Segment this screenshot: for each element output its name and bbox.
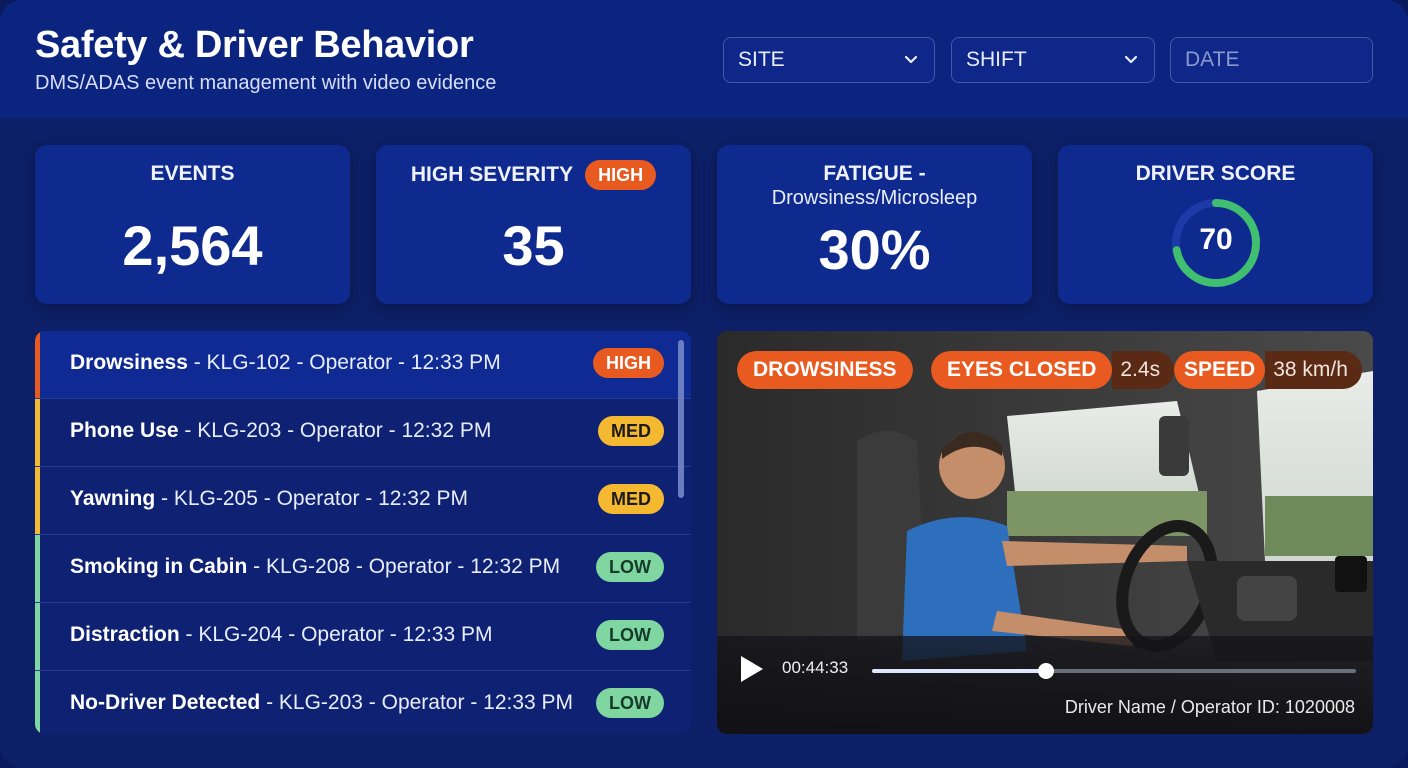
- video-timestamp: 00:44:33: [782, 658, 849, 677]
- severity-badge: LOW: [596, 552, 664, 582]
- event-type: Smoking in Cabin: [70, 555, 248, 578]
- play-icon[interactable]: [739, 654, 765, 684]
- event-details: - KLG-204 - Operator - 12:33 PM: [179, 623, 493, 646]
- dashboard: Safety & Driver Behavior DMS/ADAS event …: [0, 0, 1408, 768]
- event-list: Drowsiness - KLG-102 - Operator - 12:33 …: [35, 331, 691, 734]
- kpi-high-severity-label: HIGH SEVERITY: [410, 163, 574, 186]
- event-description: Distraction - KLG-204 - Operator - 12:33…: [70, 623, 492, 647]
- event-row[interactable]: Distraction - KLG-204 - Operator - 12:33…: [35, 603, 691, 671]
- event-details: - KLG-208 - Operator - 12:32 PM: [247, 555, 561, 578]
- event-type: Drowsiness: [70, 351, 188, 374]
- speed-label: SPEED: [1174, 351, 1266, 389]
- event-description: No-Driver Detected - KLG-203 - Operator …: [70, 691, 573, 715]
- event-type-tag: DROWSINESS: [737, 351, 913, 389]
- video-seek-handle[interactable]: [1038, 663, 1055, 679]
- kpi-high-severity-value: 35: [502, 214, 565, 277]
- page-title: Safety & Driver Behavior: [35, 24, 474, 66]
- severity-indicator: [35, 671, 40, 734]
- event-row[interactable]: Phone Use - KLG-203 - Operator - 12:32 P…: [35, 399, 691, 467]
- date-input-placeholder: DATE: [1185, 48, 1240, 71]
- event-description: Drowsiness - KLG-102 - Operator - 12:33 …: [70, 351, 501, 375]
- severity-badge: LOW: [596, 688, 664, 718]
- event-type: Yawning: [70, 487, 156, 510]
- site-select[interactable]: SITE: [723, 37, 935, 83]
- kpi-fatigue-card: FATIGUE - Drowsiness/Microsleep 30%: [717, 145, 1032, 304]
- event-description: Phone Use - KLG-203 - Operator - 12:32 P…: [70, 419, 491, 443]
- site-select-label: SITE: [738, 48, 785, 71]
- severity-indicator: [35, 467, 40, 534]
- event-description: Smoking in Cabin - KLG-208 - Operator - …: [70, 555, 560, 579]
- kpi-driver-score-value: 70: [1199, 223, 1233, 256]
- event-row[interactable]: No-Driver Detected - KLG-203 - Operator …: [35, 671, 691, 734]
- shift-select-label: SHIFT: [966, 48, 1027, 71]
- event-details: - KLG-203 - Operator - 12:32 PM: [178, 419, 492, 442]
- event-row[interactable]: Smoking in Cabin - KLG-208 - Operator - …: [35, 535, 691, 603]
- event-type: Distraction: [70, 623, 180, 646]
- eyes-closed-value: 2.4s: [1112, 351, 1175, 389]
- eyes-closed-label: EYES CLOSED: [931, 351, 1113, 389]
- kpi-fatigue-value: 30%: [818, 218, 931, 281]
- kpi-driver-score-label: DRIVER SCORE: [1135, 162, 1296, 185]
- kpi-high-severity-header: HIGH SEVERITY HIGH: [376, 160, 691, 190]
- kpi-fatigue-sublabel: Drowsiness/Microsleep: [771, 187, 978, 209]
- event-row[interactable]: Drowsiness - KLG-102 - Operator - 12:33 …: [35, 331, 691, 399]
- event-row[interactable]: Yawning - KLG-205 - Operator - 12:32 PM M…: [35, 467, 691, 535]
- kpi-events-label: EVENTS: [150, 162, 235, 185]
- speed-value: 38 km/h: [1265, 351, 1362, 389]
- header-bar: Safety & Driver Behavior DMS/ADAS event …: [0, 0, 1408, 118]
- event-details: - KLG-203 - Operator - 12:33 PM: [260, 691, 574, 714]
- severity-badge: HIGH: [585, 160, 657, 190]
- video-seek-bar[interactable]: [872, 663, 1356, 679]
- date-input[interactable]: DATE: [1170, 37, 1373, 83]
- severity-indicator: [35, 399, 40, 466]
- severity-badge: MED: [598, 484, 664, 514]
- chevron-down-icon: [1124, 55, 1138, 64]
- kpi-events-value: 2,564: [122, 214, 263, 277]
- event-details: - KLG-205 - Operator - 12:32 PM: [155, 487, 468, 510]
- severity-badge: MED: [598, 416, 664, 446]
- video-player[interactable]: DROWSINESS EYES CLOSED 2.4s SPEED 38 km/…: [717, 331, 1373, 734]
- severity-indicator: [35, 603, 40, 670]
- event-details: - KLG-102 - Operator - 12:33 PM: [187, 351, 501, 374]
- event-type-tag-label: DROWSINESS: [737, 351, 913, 389]
- video-seek-progress: [872, 669, 1047, 673]
- speed-tag: SPEED 38 km/h: [1174, 351, 1362, 389]
- event-list-scrollbar[interactable]: [678, 340, 684, 498]
- severity-badge: HIGH: [593, 348, 664, 378]
- event-type: Phone Use: [70, 419, 179, 442]
- kpi-fatigue-label: FATIGUE -: [823, 162, 926, 185]
- severity-indicator: [35, 331, 40, 398]
- video-controls: 00:44:33 Driver Name / Operator ID: 1020…: [717, 636, 1373, 734]
- severity-badge: LOW: [596, 620, 664, 650]
- shift-select[interactable]: SHIFT: [951, 37, 1155, 83]
- kpi-high-severity-card: HIGH SEVERITY HIGH 35: [376, 145, 691, 304]
- driver-operator-id: Driver Name / Operator ID: 1020008: [1064, 697, 1355, 717]
- severity-indicator: [35, 535, 40, 602]
- kpi-driver-score-card: DRIVER SCORE 70: [1058, 145, 1373, 304]
- eyes-closed-tag: EYES CLOSED 2.4s: [931, 351, 1175, 389]
- event-type: No-Driver Detected: [70, 691, 261, 714]
- chevron-down-icon: [904, 55, 918, 64]
- event-description: Yawning - KLG-205 - Operator - 12:32 PM: [70, 487, 468, 511]
- kpi-events-card: EVENTS 2,564: [35, 145, 350, 304]
- page-subtitle: DMS/ADAS event management with video evi…: [35, 72, 497, 94]
